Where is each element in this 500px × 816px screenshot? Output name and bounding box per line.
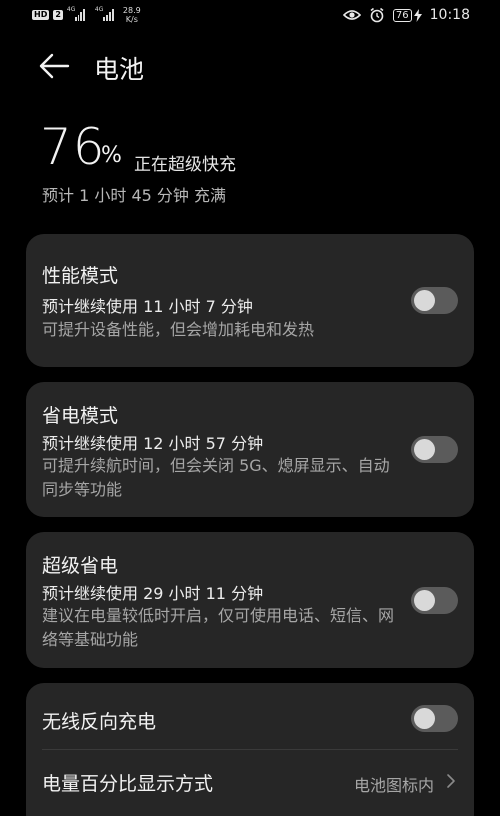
charging-status: 正在超级快充 [134,155,236,175]
network-type-label: 4G [66,6,76,13]
ultra-power-saving-toggle[interactable] [411,587,458,614]
eye-comfort-icon [342,10,361,20]
alarm-icon [370,7,384,23]
performance-mode-title: 性能模式 [42,265,119,287]
status-time: 10:18 [429,7,470,23]
network-type-label: 4G [94,6,104,13]
hd-badge: HD [32,10,50,20]
percent-sign: % [101,143,122,168]
ultra-power-saving-card[interactable]: 超级省电 预计继续使用 29 小时 11 分钟 建议在电量较低时开启，仅可使用电… [26,532,474,668]
toggle-knob [414,590,435,611]
ultra-power-saving-title: 超级省电 [42,555,119,577]
battery-icon: 76 [392,8,422,22]
status-bar-right: 76 10:18 [342,7,470,23]
power-saving-mode-description: 可提升续航时间，但会关闭 5G、熄屏显示、自动同步等功能 [42,456,390,499]
performance-mode-card[interactable]: 性能模式 预计继续使用 11 小时 7 分钟 可提升设备性能，但会增加耗电和发热 [26,234,474,367]
battery-percent: 76 [40,118,106,176]
battery-level: 76 [392,8,412,22]
percentage-display-value[interactable]: 电池图标内 [354,772,434,796]
sim2-badge: 2 [53,10,63,20]
signal-strength-icon: 4G [94,6,115,21]
status-bar: HD 2 4G 4G 28.9 K/s 76 10:18 [0,0,500,34]
performance-mode-usage: 预计继续使用 11 小时 7 分钟 [42,297,253,316]
full-charge-estimate: 预计 1 小时 45 分钟 充满 [42,186,226,205]
status-bar-left: HD 2 4G 4G 28.9 K/s [32,6,141,24]
signal-strength-icon: 4G [66,6,85,21]
toggle-knob [414,708,435,729]
chevron-right-icon[interactable] [446,773,456,789]
divider [42,749,458,750]
performance-mode-toggle[interactable] [411,287,458,314]
power-saving-mode-card[interactable]: 省电模式 预计继续使用 12 小时 57 分钟 可提升续航时间，但会关闭 5G、… [26,382,474,517]
network-speed-unit: K/s [125,15,138,24]
battery-settings-card: 无线反向充电 电量百分比显示方式 电池图标内 [26,683,474,816]
ultra-power-saving-usage: 预计继续使用 29 小时 11 分钟 [42,584,264,603]
page-title: 电池 [94,55,145,84]
network-speed: 28.9 K/s [123,6,141,24]
power-saving-mode-usage: 预计继续使用 12 小时 57 分钟 [42,434,264,453]
network-speed-value: 28.9 [122,6,141,15]
performance-mode-description: 可提升设备性能，但会增加耗电和发热 [42,320,315,339]
toggle-knob [414,439,435,460]
percentage-display-label[interactable]: 电量百分比显示方式 [42,769,213,796]
wireless-reverse-charging-label: 无线反向充电 [42,711,157,733]
wireless-reverse-charging-toggle[interactable] [411,705,458,732]
charging-bolt-icon [413,8,422,22]
power-saving-mode-title: 省电模式 [42,405,119,427]
power-saving-mode-toggle[interactable] [411,436,458,463]
toggle-knob [414,290,435,311]
back-arrow-icon[interactable] [38,52,70,80]
ultra-power-saving-description: 建议在电量较低时开启，仅可使用电话、短信、网络等基础功能 [42,606,395,649]
